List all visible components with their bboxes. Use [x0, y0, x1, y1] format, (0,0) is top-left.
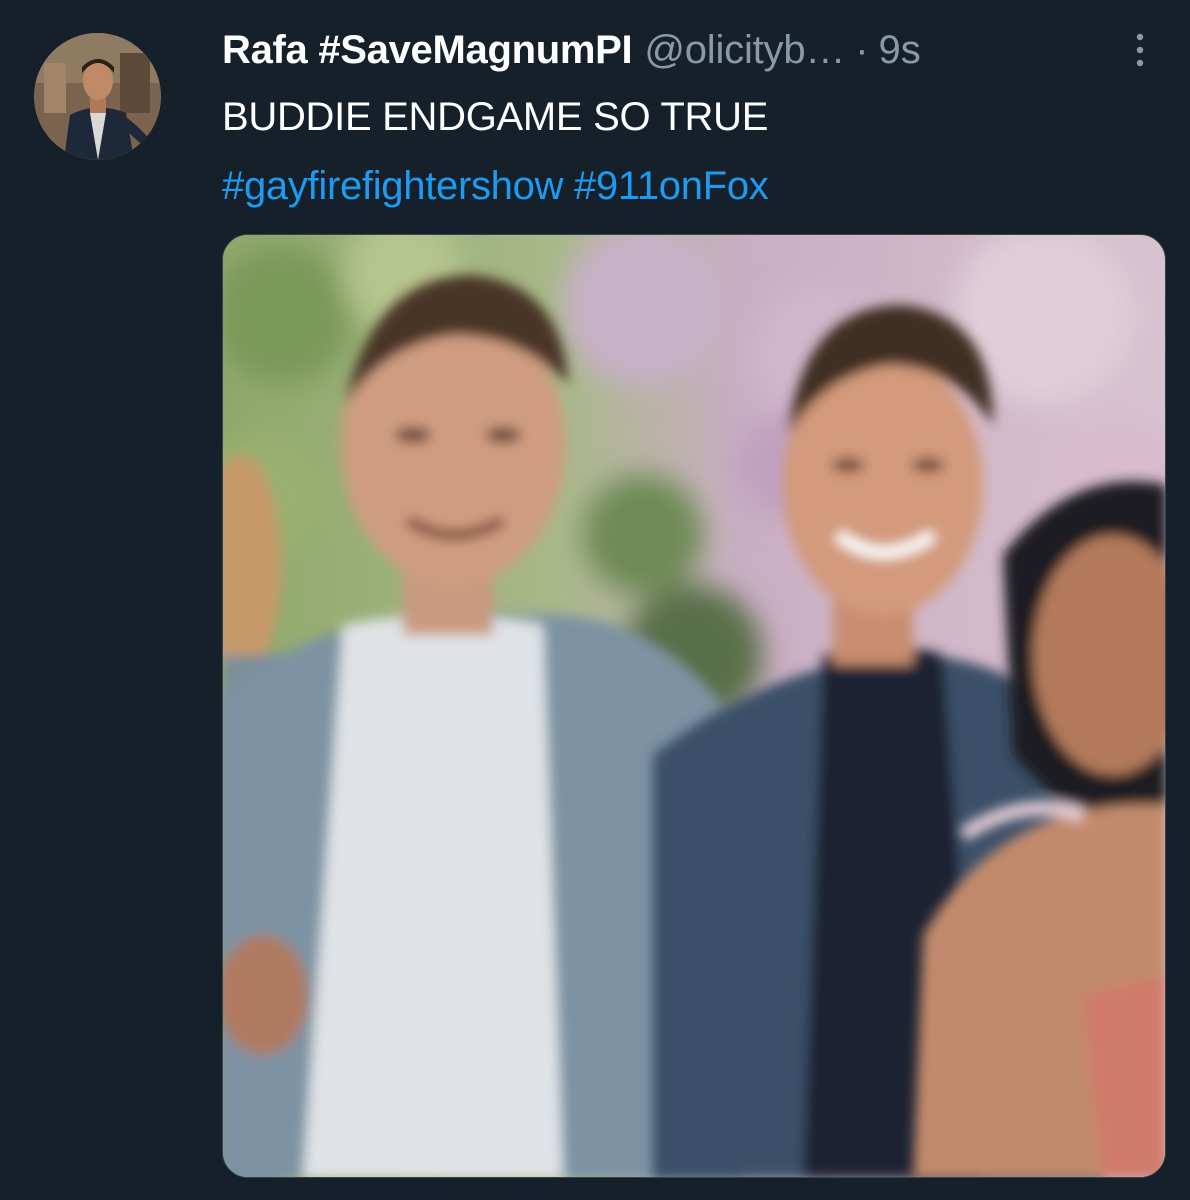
author-display-name[interactable]: Rafa #SaveMagnumPI: [222, 24, 633, 76]
hashtag-link[interactable]: #911onFox: [574, 164, 769, 208]
more-options-button[interactable]: [1128, 30, 1152, 70]
tweet-header: Rafa #SaveMagnumPI @olicityb… · 9s: [222, 24, 921, 76]
tweet-photo[interactable]: [222, 234, 1166, 1178]
author-avatar[interactable]: [34, 33, 161, 160]
hashtag-link[interactable]: #gayfirefightershow: [222, 164, 563, 208]
tweet[interactable]: Rafa #SaveMagnumPI @olicityb… · 9s BUDDI…: [0, 0, 1190, 1200]
avatar-image: [34, 33, 161, 160]
tweet-text: BUDDIE ENDGAME SO TRUE: [222, 95, 769, 139]
author-handle[interactable]: @olicityb…: [644, 24, 845, 76]
separator-dot: ·: [855, 28, 869, 72]
tweet-hashtags: #gayfirefightershow #911onFox: [222, 160, 769, 212]
vertical-ellipsis-icon: [1136, 33, 1144, 67]
photo-image: [223, 235, 1165, 1177]
tweet-timestamp[interactable]: 9s: [879, 24, 921, 76]
